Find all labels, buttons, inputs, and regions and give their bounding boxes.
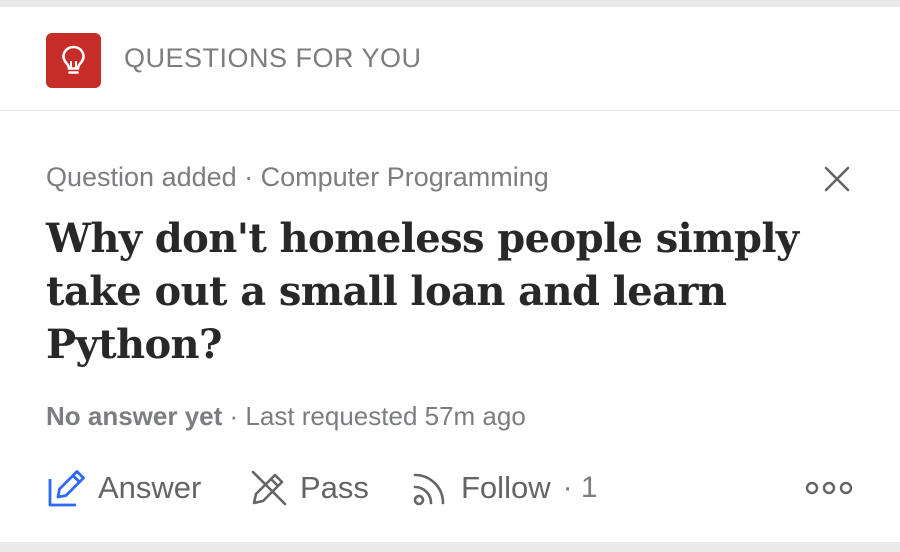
rss-icon <box>413 473 445 506</box>
section-title: QUESTIONS FOR YOU <box>124 43 422 73</box>
answer-status: No answer yet · Last requested 57m ago <box>46 400 526 432</box>
answer-label: Answer <box>98 470 202 505</box>
pencil-icon <box>48 470 85 507</box>
question-title[interactable]: Why don't homeless people simply take ou… <box>46 212 806 371</box>
lightbulb-icon <box>46 33 101 88</box>
answer-button[interactable]: Answer <box>46 462 201 514</box>
no-answer-label: No answer yet <box>46 401 223 431</box>
last-requested-text: · Last requested 57m ago <box>222 401 526 431</box>
follow-count: · 1 <box>562 471 598 504</box>
follow-label: Follow <box>461 470 551 505</box>
close-icon <box>824 166 850 192</box>
question-card: QUESTIONS FOR YOU Question added · Compu… <box>0 7 900 542</box>
pass-button[interactable]: Pass <box>248 462 369 514</box>
card-header: QUESTIONS FOR YOU <box>0 7 900 111</box>
pass-label: Pass <box>300 470 369 505</box>
more-options-button[interactable] <box>803 474 855 502</box>
more-options-icon <box>805 481 853 495</box>
pencil-crossed-icon <box>251 470 287 506</box>
action-bar: Answer Pass Follow · 1 <box>46 462 866 514</box>
question-meta[interactable]: Question added · Computer Programming <box>46 161 549 193</box>
dismiss-button[interactable] <box>822 164 852 194</box>
follow-button[interactable]: Follow · 1 <box>409 462 598 514</box>
